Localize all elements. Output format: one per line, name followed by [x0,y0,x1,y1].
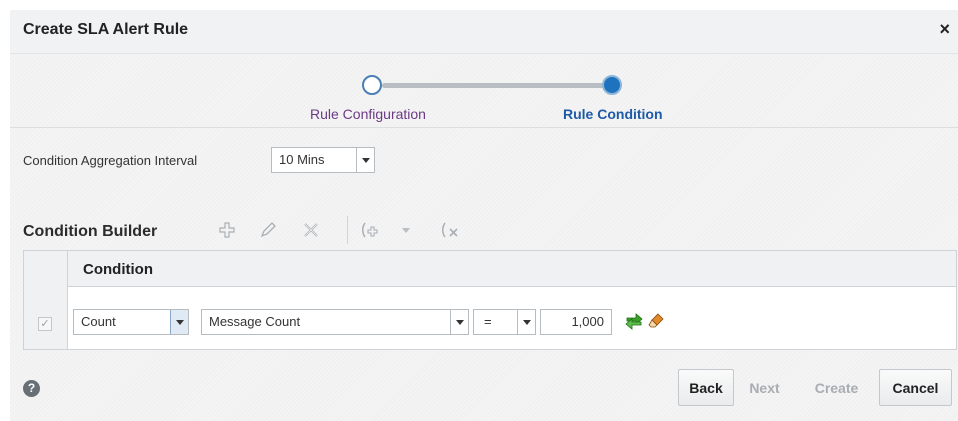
row-checkbox[interactable]: ✓ [38,317,52,331]
create-sla-alert-rule-dialog: Create SLA Alert Rule × Rule Configurati… [10,10,958,421]
aggregation-interval-label: Condition Aggregation Interval [23,153,198,168]
dialog-title: Create SLA Alert Rule [23,21,189,38]
chevron-down-icon[interactable] [517,310,535,334]
create-button: Create [814,379,859,396]
train-progress-line [382,83,622,88]
chevron-down-icon[interactable] [170,310,188,334]
help-icon[interactable]: ? [23,380,40,397]
eraser-icon[interactable] [646,311,666,331]
close-icon[interactable]: × [939,19,950,39]
chevron-down-icon[interactable] [356,148,374,172]
next-button: Next [749,379,780,396]
aggregation-interval-select[interactable]: 10 Mins [271,147,375,173]
threshold-input[interactable]: 1,000 [540,309,612,335]
train-label-rule-configuration[interactable]: Rule Configuration [310,106,426,122]
train-stop-rule-configuration[interactable] [362,75,382,95]
operator-select[interactable]: = [473,309,536,335]
function-value: Count [81,314,116,329]
cancel-button[interactable]: Cancel [879,369,952,406]
delete-icon[interactable] [301,217,321,243]
metric-value: Message Count [209,314,301,329]
condition-table: Condition ✓ [23,250,957,350]
column-header-condition: Condition [83,261,153,278]
function-select[interactable]: Count [73,309,189,335]
dialog-titlebar: Create SLA Alert Rule × [10,10,958,54]
divider [10,127,958,128]
chevron-down-icon[interactable] [450,310,468,334]
train-label-rule-condition: Rule Condition [563,106,663,122]
metric-select[interactable]: Message Count [201,309,469,335]
toolbar-separator [347,216,348,244]
group-icon[interactable] [361,217,381,243]
table-header [24,251,956,287]
edit-icon[interactable] [258,217,278,243]
train-stop-rule-condition [602,75,622,95]
aggregation-interval-value: 10 Mins [279,152,325,167]
add-icon[interactable] [217,217,237,243]
back-button[interactable]: Back [678,369,734,406]
condition-builder-title: Condition Builder [23,223,158,240]
row-selector-column [24,251,68,349]
refresh-icon[interactable] [624,311,644,331]
ungroup-icon[interactable] [441,217,461,243]
operator-value: = [484,314,492,329]
dropdown-arrow-icon[interactable] [399,217,413,243]
